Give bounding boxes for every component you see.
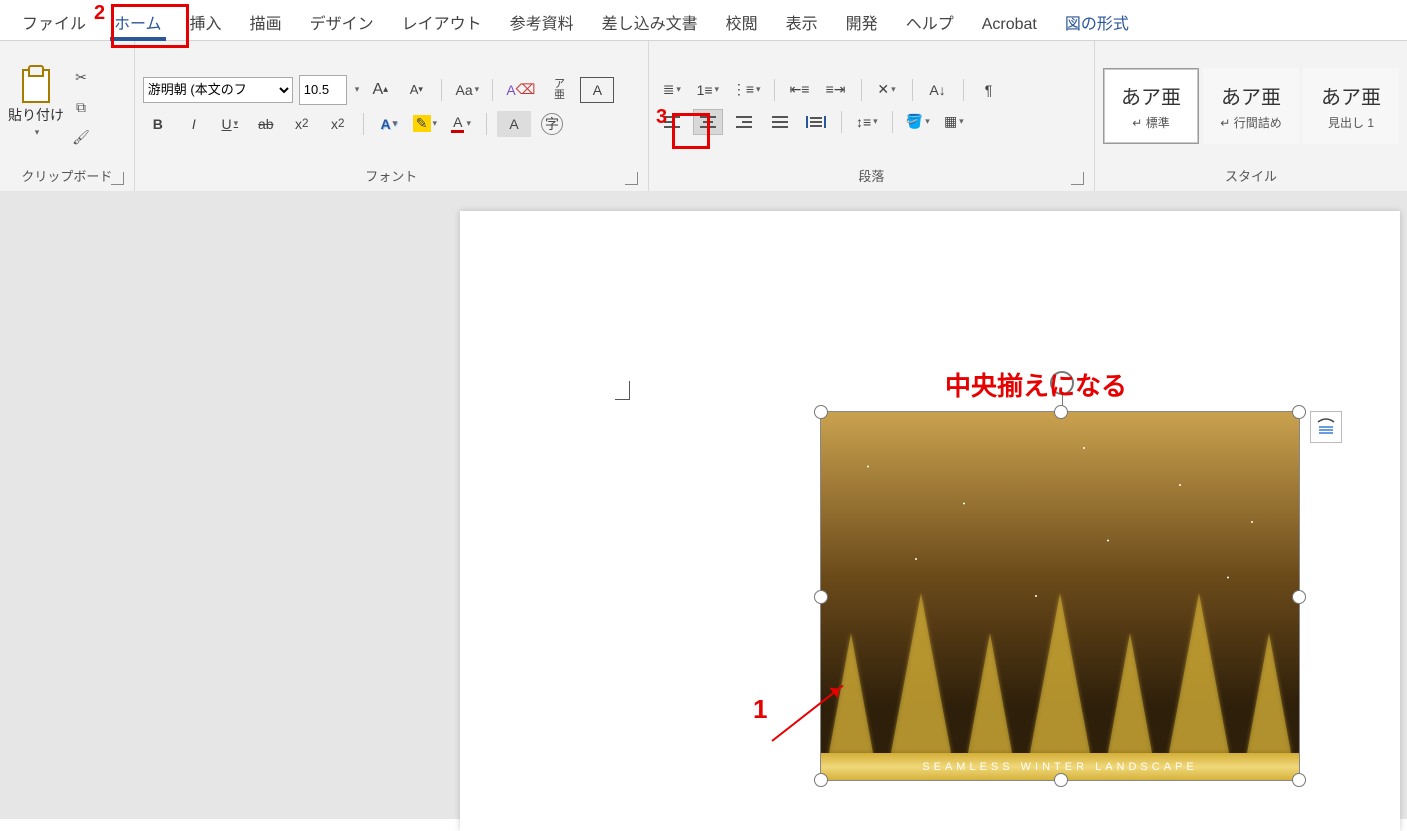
- group-font: 游明朝 (本文のフ ▾ A▴ A▾ Aa▾ A⌫ ア亜 A B I U▾ ab …: [135, 41, 649, 191]
- annotation-number-3: 3: [656, 106, 667, 129]
- resize-handle-t[interactable]: [1054, 405, 1068, 419]
- cut-button[interactable]: ✂: [70, 67, 92, 89]
- dialog-launcher-icon[interactable]: [625, 172, 638, 185]
- tab-picture-format[interactable]: 図の形式: [1051, 2, 1143, 40]
- subscript-button[interactable]: x2: [287, 111, 317, 137]
- font-color-button[interactable]: A▾: [446, 111, 476, 137]
- underline-button[interactable]: U▾: [215, 111, 245, 137]
- document-page[interactable]: SEAMLESS WINTER LANDSCAPE: [460, 211, 1400, 831]
- char-shading-button[interactable]: A: [497, 111, 531, 137]
- text-effects-button[interactable]: A▾: [374, 111, 404, 137]
- increase-indent-button[interactable]: ≡⇥: [821, 77, 851, 103]
- paste-label: 貼り付け: [8, 105, 64, 125]
- group-label-paragraph: 段落: [657, 164, 1086, 189]
- phonetic-guide-button[interactable]: ア亜: [544, 77, 574, 103]
- bold-button[interactable]: B: [143, 111, 173, 137]
- group-styles: あア亜 ↵ 標準 あア亜 ↵ 行間詰め あア亜 見出し 1 スタイル: [1095, 41, 1407, 191]
- tab-developer[interactable]: 開発: [832, 2, 892, 40]
- ribbon-tabs: ファイル ホーム 挿入 描画 デザイン レイアウト 参考資料 差し込み文書 校閲…: [0, 0, 1407, 41]
- resize-handle-br[interactable]: [1292, 773, 1306, 787]
- group-label-font: フォント: [143, 164, 640, 189]
- resize-handle-l[interactable]: [814, 590, 828, 604]
- tab-view[interactable]: 表示: [772, 2, 832, 40]
- annotation-number-1: 1: [753, 694, 767, 725]
- group-label-clipboard: クリップボード: [8, 164, 126, 189]
- style-no-spacing[interactable]: あア亜 ↵ 行間詰め: [1203, 68, 1299, 144]
- tab-file[interactable]: ファイル: [8, 2, 100, 40]
- multilevel-button[interactable]: ⋮≡▾: [729, 77, 764, 103]
- group-clipboard: 貼り付け ▾ ✂ ⧉ 🖌 クリップボード: [0, 41, 135, 191]
- style-normal[interactable]: あア亜 ↵ 標準: [1103, 68, 1199, 144]
- align-center-button[interactable]: [693, 109, 723, 135]
- tab-acrobat[interactable]: Acrobat: [968, 8, 1051, 40]
- distributed-button[interactable]: [801, 109, 831, 135]
- character-border-button[interactable]: A: [580, 77, 614, 103]
- annotation-number-2: 2: [94, 2, 105, 25]
- shrink-font-button[interactable]: A▾: [401, 77, 431, 103]
- layout-options-button[interactable]: [1310, 411, 1342, 443]
- numbering-button[interactable]: 1≡▾: [693, 77, 723, 103]
- paste-button[interactable]: 貼り付け ▾: [8, 63, 64, 138]
- shading-button[interactable]: 🪣▾: [903, 109, 933, 135]
- resize-handle-r[interactable]: [1292, 590, 1306, 604]
- selected-image[interactable]: SEAMLESS WINTER LANDSCAPE: [820, 411, 1300, 781]
- document-workspace: SEAMLESS WINTER LANDSCAPE: [0, 191, 1407, 819]
- align-right-button[interactable]: [729, 109, 759, 135]
- superscript-button[interactable]: x2: [323, 111, 353, 137]
- selection-border: [820, 411, 1300, 781]
- tab-help[interactable]: ヘルプ: [892, 2, 968, 40]
- align-justify-button[interactable]: [765, 109, 795, 135]
- tab-insert[interactable]: 挿入: [176, 2, 236, 40]
- tab-home[interactable]: ホーム: [100, 2, 176, 40]
- tab-mailings[interactable]: 差し込み文書: [588, 2, 712, 40]
- paragraph-mark-icon: [615, 381, 630, 400]
- group-label-styles: スタイル: [1103, 164, 1399, 189]
- line-spacing-button[interactable]: ↕≡▾: [852, 109, 882, 135]
- dialog-launcher-icon[interactable]: [111, 172, 124, 185]
- strikethrough-button[interactable]: ab: [251, 111, 281, 137]
- tab-references[interactable]: 参考資料: [496, 2, 588, 40]
- resize-handle-tr[interactable]: [1292, 405, 1306, 419]
- tab-review[interactable]: 校閲: [712, 2, 772, 40]
- chevron-down-icon[interactable]: ▾: [355, 84, 360, 95]
- ribbon: 貼り付け ▾ ✂ ⧉ 🖌 クリップボード 游明朝 (本文のフ ▾ A▴: [0, 41, 1407, 192]
- enclose-char-button[interactable]: 字: [537, 111, 567, 137]
- style-heading1[interactable]: あア亜 見出し 1: [1303, 68, 1399, 144]
- format-painter-button[interactable]: 🖌: [70, 127, 92, 149]
- clear-format-button[interactable]: A⌫: [503, 77, 538, 103]
- sort-button[interactable]: A↓: [923, 77, 953, 103]
- annotation-center-text: 中央揃えになる: [945, 366, 1127, 403]
- italic-button[interactable]: I: [179, 111, 209, 137]
- chevron-down-icon: ▾: [35, 127, 40, 138]
- borders-button[interactable]: ▦▾: [939, 109, 969, 135]
- bullets-button[interactable]: ≣▾: [657, 77, 687, 103]
- resize-handle-tl[interactable]: [814, 405, 828, 419]
- font-name-select[interactable]: 游明朝 (本文のフ: [143, 77, 293, 103]
- grow-font-button[interactable]: A▴: [365, 77, 395, 103]
- resize-handle-bl[interactable]: [814, 773, 828, 787]
- group-paragraph: ≣▾ 1≡▾ ⋮≡▾ ⇤≡ ≡⇥ ✕▾ A↓ ¶: [649, 41, 1095, 191]
- decrease-indent-button[interactable]: ⇤≡: [785, 77, 815, 103]
- copy-button[interactable]: ⧉: [70, 97, 92, 119]
- tab-design[interactable]: デザイン: [296, 2, 388, 40]
- highlight-button[interactable]: ✎▾: [410, 111, 440, 137]
- tab-draw[interactable]: 描画: [236, 2, 296, 40]
- font-size-input[interactable]: [299, 75, 347, 105]
- resize-handle-b[interactable]: [1054, 773, 1068, 787]
- text-direction-button[interactable]: ✕▾: [872, 77, 902, 103]
- paste-icon: [18, 63, 54, 103]
- show-marks-button[interactable]: ¶: [974, 77, 1004, 103]
- tab-layout[interactable]: レイアウト: [388, 2, 496, 40]
- dialog-launcher-icon[interactable]: [1071, 172, 1084, 185]
- change-case-button[interactable]: Aa▾: [452, 77, 482, 103]
